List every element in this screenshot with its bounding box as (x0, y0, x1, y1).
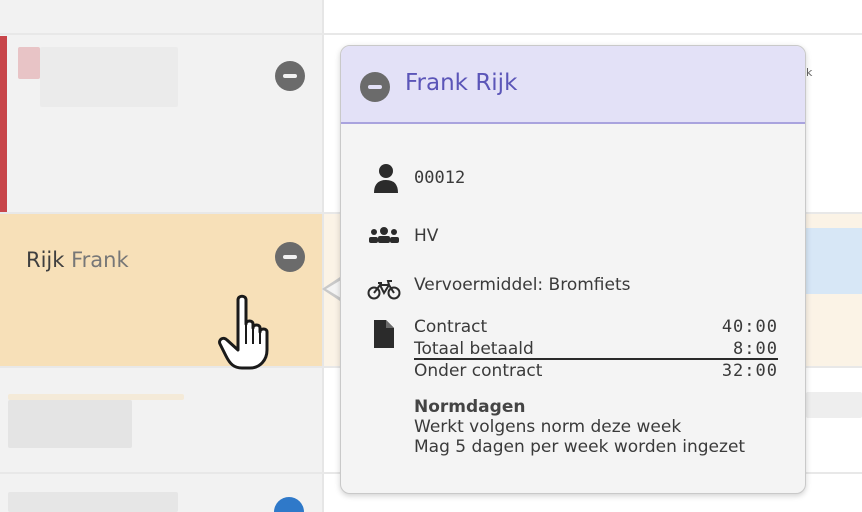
norm-days-line: Mag 5 dagen per week worden ingezet (414, 437, 746, 457)
alert-indicator-bar (0, 36, 7, 212)
contract-row: Onder contract 32:00 (414, 360, 778, 382)
popover-title: Frank Rijk (405, 70, 518, 96)
norm-days-title: Normdagen (414, 397, 526, 417)
blurred-content (8, 400, 132, 448)
employee-popover: Frank Rijk 00012 HV Vervoermiddel: Bromf… (340, 45, 806, 494)
norm-days-line: Werkt volgens norm deze week (414, 417, 682, 437)
contract-row: Totaal betaald 8:00 (414, 338, 778, 360)
contract-label: Totaal betaald (414, 339, 534, 359)
minus-circle-icon[interactable] (275, 61, 305, 91)
blurred-content (806, 392, 862, 418)
popover-header: Frank Rijk (341, 46, 805, 124)
bicycle-icon (367, 280, 401, 304)
group-icon (368, 226, 400, 248)
partial-text: k (806, 66, 813, 79)
contract-row: Contract 40:00 (414, 316, 778, 338)
popover-pointer (326, 280, 341, 298)
employee-last-name: Rijk (26, 248, 65, 272)
person-icon (373, 163, 399, 197)
minus-circle-icon[interactable] (360, 72, 390, 102)
norm-days-section: Normdagen Werkt volgens norm deze week M… (414, 397, 745, 457)
contract-value: 8:00 (733, 339, 778, 359)
contract-value: 32:00 (721, 361, 778, 381)
hand-pointer-icon (214, 294, 280, 372)
blurred-content (8, 492, 178, 512)
employee-name: Rijk Frank (26, 248, 129, 272)
transport-mode: Vervoermiddel: Bromfiets (414, 275, 631, 295)
document-icon (374, 320, 394, 352)
schedule-block[interactable] (806, 228, 862, 294)
row-separator (0, 33, 862, 35)
contract-summary: Contract 40:00 Totaal betaald 8:00 Onder… (414, 316, 778, 382)
department: HV (414, 226, 439, 246)
blurred-content (18, 47, 40, 79)
employee-number: 00012 (414, 168, 466, 188)
contract-label: Contract (414, 317, 488, 337)
employee-first-name: Frank (71, 248, 129, 272)
contract-value: 40:00 (721, 317, 778, 337)
minus-circle-icon[interactable] (275, 242, 305, 272)
blurred-content (40, 47, 178, 107)
contract-label: Onder contract (414, 361, 543, 381)
